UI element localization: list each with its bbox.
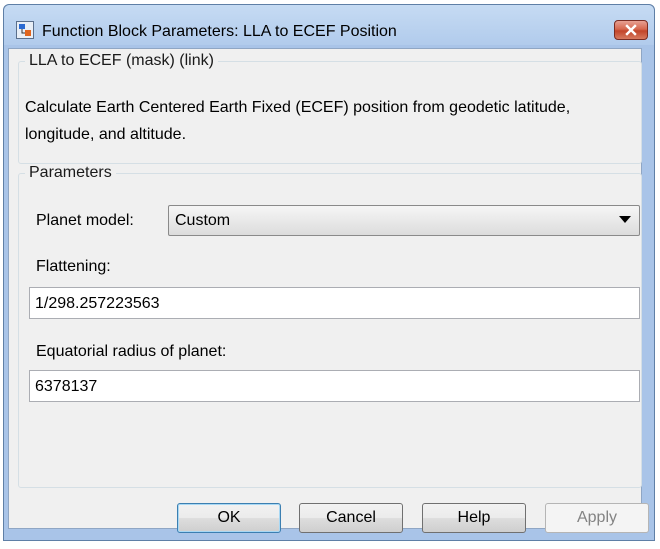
ok-button[interactable]: OK [177, 503, 281, 533]
close-button[interactable] [614, 20, 648, 40]
parameters-group-legend: Parameters [29, 164, 112, 181]
equatorial-radius-label: Equatorial radius of planet: [36, 343, 227, 360]
apply-button[interactable]: Apply [545, 503, 649, 533]
planet-model-label: Planet model: [36, 212, 134, 229]
title-bar[interactable]: Function Block Parameters: LLA to ECEF P… [4, 5, 654, 45]
equatorial-radius-value: 6378137 [35, 378, 98, 395]
planet-model-dropdown[interactable]: Custom [168, 205, 640, 236]
window-title: Function Block Parameters: LLA to ECEF P… [42, 23, 397, 40]
mask-description: Calculate Earth Centered Earth Fixed (EC… [25, 99, 571, 143]
planet-model-value: Custom [175, 212, 231, 229]
cancel-button[interactable]: Cancel [299, 503, 403, 533]
help-button[interactable]: Help [422, 503, 526, 533]
chevron-down-icon [619, 216, 631, 223]
simulink-block-icon [16, 21, 34, 39]
equatorial-radius-input[interactable]: 6378137 [29, 370, 640, 402]
mask-group-legend: LLA to ECEF (mask) (link) [29, 52, 214, 69]
flattening-value: 1/298.257223563 [35, 295, 160, 312]
close-x-icon [625, 24, 637, 36]
flattening-label: Flattening: [36, 258, 111, 275]
flattening-input[interactable]: 1/298.257223563 [29, 287, 640, 319]
